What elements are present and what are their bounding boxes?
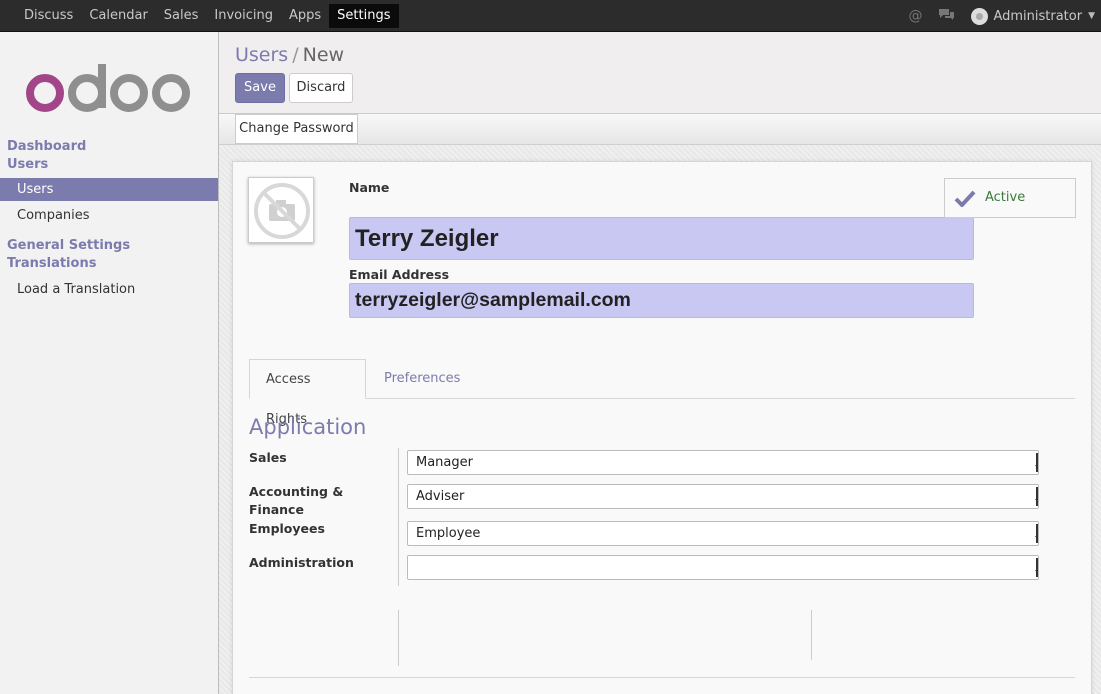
employees-select[interactable]: Employee bbox=[407, 521, 1039, 546]
breadcrumb-separator: / bbox=[292, 44, 299, 66]
sidebar-item-users[interactable]: Users bbox=[0, 178, 218, 201]
select-arrow-icon bbox=[1035, 453, 1038, 472]
sales-label: Sales bbox=[249, 450, 287, 465]
section-divider bbox=[249, 677, 1075, 678]
administration-label: Administration bbox=[249, 555, 354, 570]
select-arrow-icon bbox=[1035, 487, 1038, 506]
top-navbar: Discuss Calendar Sales Invoicing Apps Se… bbox=[0, 0, 1101, 32]
accounting-select[interactable]: Adviser bbox=[407, 484, 1039, 509]
at-icon[interactable]: @ bbox=[908, 8, 922, 24]
topbar-right: @ Administrator ▼ bbox=[908, 0, 1095, 32]
tab-access-rights[interactable]: Access Rights bbox=[249, 359, 366, 427]
email-input[interactable]: terryzeigler@samplemail.com bbox=[349, 283, 974, 318]
change-password-button[interactable]: Change Password bbox=[235, 114, 358, 144]
sidebar-head-users[interactable]: Users bbox=[7, 157, 48, 172]
save-button[interactable]: Save bbox=[235, 73, 285, 103]
email-label: Email Address bbox=[349, 267, 450, 282]
menu-settings[interactable]: Settings bbox=[329, 4, 399, 28]
breadcrumb-current: New bbox=[302, 44, 345, 66]
user-name: Administrator bbox=[993, 8, 1083, 24]
chevron-down-icon: ▼ bbox=[1088, 11, 1095, 21]
chat-icon[interactable] bbox=[938, 8, 955, 25]
odoo-logo[interactable] bbox=[26, 62, 192, 118]
group-divider bbox=[398, 610, 399, 666]
avatar bbox=[971, 7, 989, 25]
menu-apps[interactable]: Apps bbox=[281, 4, 329, 28]
sidebar-head-dashboard[interactable]: Dashboard bbox=[7, 139, 86, 154]
administration-select[interactable] bbox=[407, 555, 1039, 580]
employees-label: Employees bbox=[249, 521, 325, 536]
no-camera-icon bbox=[254, 183, 310, 239]
select-arrow-icon bbox=[1035, 558, 1038, 577]
accounting-label: Accounting & Finance bbox=[249, 484, 344, 517]
accounting-select-value: Adviser bbox=[416, 489, 465, 504]
section-title-application: Application bbox=[249, 415, 367, 439]
menu-sales[interactable]: Sales bbox=[156, 4, 207, 28]
employees-select-value: Employee bbox=[416, 526, 481, 541]
active-toggle-button[interactable]: Active bbox=[944, 178, 1076, 218]
group-divider bbox=[398, 448, 399, 586]
name-label: Name bbox=[349, 180, 390, 195]
sales-select[interactable]: Manager bbox=[407, 450, 1039, 475]
sidebar-item-load-translation[interactable]: Load a Translation bbox=[0, 278, 218, 301]
name-input[interactable]: Terry Zeigler bbox=[349, 217, 974, 260]
menu-discuss[interactable]: Discuss bbox=[16, 4, 81, 28]
sidebar-item-companies[interactable]: Companies bbox=[0, 204, 218, 227]
menu-invoicing[interactable]: Invoicing bbox=[206, 4, 281, 28]
active-label: Active bbox=[985, 190, 1026, 205]
breadcrumb-users-link[interactable]: Users bbox=[235, 44, 288, 66]
sidebar-head-translations[interactable]: Translations bbox=[7, 256, 96, 271]
user-photo[interactable] bbox=[248, 177, 314, 243]
sidebar-head-general-settings[interactable]: General Settings bbox=[7, 238, 130, 253]
breadcrumb: Users / New bbox=[235, 44, 344, 66]
sales-select-value: Manager bbox=[416, 455, 473, 470]
group-divider bbox=[811, 610, 812, 660]
sidebar bbox=[0, 32, 219, 694]
app-menu: Discuss Calendar Sales Invoicing Apps Se… bbox=[16, 4, 399, 28]
menu-calendar[interactable]: Calendar bbox=[81, 4, 155, 28]
user-menu[interactable]: Administrator ▼ bbox=[971, 7, 1095, 25]
select-arrow-icon bbox=[1035, 524, 1038, 543]
tab-preferences[interactable]: Preferences bbox=[368, 359, 476, 399]
check-icon bbox=[954, 190, 976, 207]
discard-button[interactable]: Discard bbox=[289, 73, 353, 103]
